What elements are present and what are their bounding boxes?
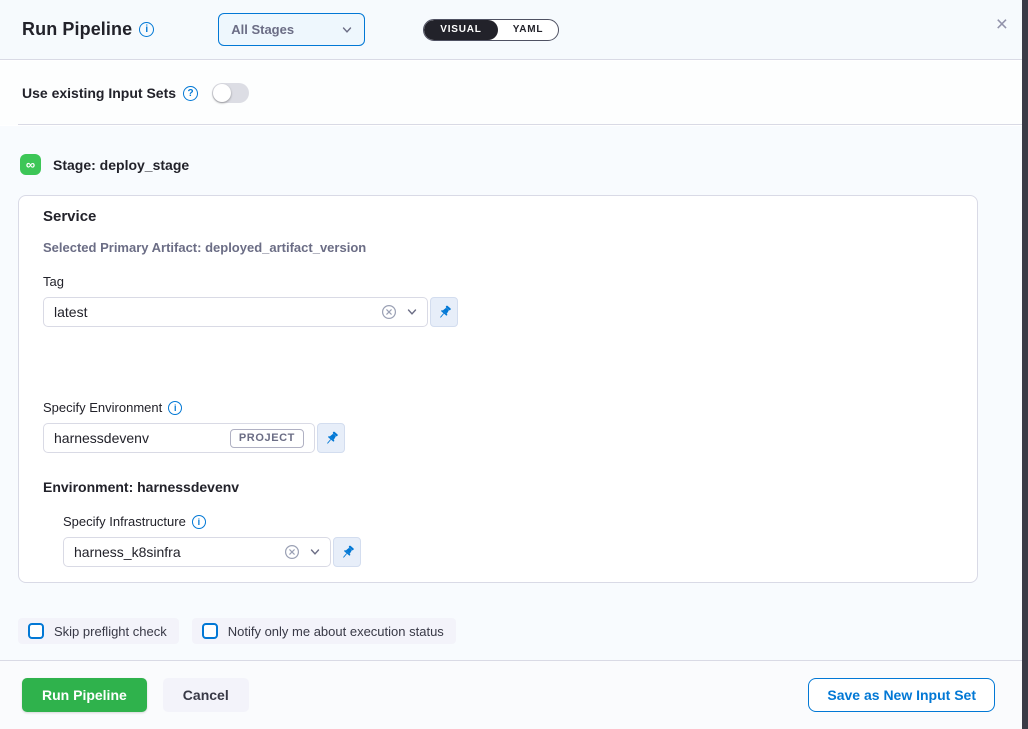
skip-preflight-checkbox[interactable] <box>28 623 44 639</box>
cancel-button[interactable]: Cancel <box>163 678 249 712</box>
deploy-stage-icon: ∞ <box>20 154 41 175</box>
info-icon[interactable]: i <box>168 401 182 415</box>
pipeline-info-icon[interactable]: i <box>139 22 154 37</box>
tag-field-wrapper <box>43 297 428 327</box>
infrastructure-label-row: Specify Infrastructure i <box>63 514 953 529</box>
pin-icon <box>437 305 452 320</box>
toggle-knob <box>213 84 231 102</box>
pin-icon <box>340 545 355 560</box>
infrastructure-input[interactable] <box>74 544 284 560</box>
pin-input-button[interactable] <box>333 537 361 567</box>
tag-label: Tag <box>43 274 953 289</box>
pin-input-button[interactable] <box>317 423 345 453</box>
service-title: Service <box>43 208 953 225</box>
scope-badge: PROJECT <box>230 429 304 448</box>
modal-header: Run Pipeline i All Stages VISUAL YAML × <box>0 0 1022 60</box>
page-backdrop <box>1022 0 1028 729</box>
environment-input-row: PROJECT <box>43 423 953 453</box>
environment-heading: Environment: harnessdevenv <box>43 479 953 495</box>
environment-input[interactable] <box>54 430 230 446</box>
page-title: Run Pipeline <box>22 19 132 40</box>
tag-input[interactable] <box>54 304 381 320</box>
stage-row: ∞ Stage: deploy_stage <box>20 154 189 175</box>
chevron-down-icon[interactable] <box>407 307 417 317</box>
notify-only-me-option[interactable]: Notify only me about execution status <box>192 618 456 644</box>
infrastructure-field-wrapper <box>63 537 331 567</box>
options-row: Skip preflight check Notify only me abou… <box>18 618 456 644</box>
clear-icon[interactable] <box>284 544 300 560</box>
tab-visual[interactable]: VISUAL <box>424 20 497 40</box>
visual-yaml-toggle: VISUAL YAML <box>423 19 559 41</box>
notify-only-me-label: Notify only me about execution status <box>228 624 444 639</box>
save-as-new-input-set-button[interactable]: Save as New Input Set <box>808 678 995 712</box>
stage-label: Stage: deploy_stage <box>53 157 189 173</box>
run-pipeline-button[interactable]: Run Pipeline <box>22 678 147 712</box>
close-icon[interactable]: × <box>996 14 1008 35</box>
stage-selector-dropdown[interactable]: All Stages <box>218 13 365 46</box>
infrastructure-label: Specify Infrastructure <box>63 514 186 529</box>
notify-only-me-checkbox[interactable] <box>202 623 218 639</box>
environment-field-wrapper: PROJECT <box>43 423 315 453</box>
skip-preflight-option[interactable]: Skip preflight check <box>18 618 179 644</box>
input-sets-label: Use existing Input Sets <box>22 85 176 101</box>
help-icon[interactable]: ? <box>183 86 198 101</box>
run-pipeline-modal: Run Pipeline i All Stages VISUAL YAML × … <box>0 0 1022 729</box>
environment-label-row: Specify Environment i <box>43 400 953 415</box>
skip-preflight-label: Skip preflight check <box>54 624 167 639</box>
input-sets-section: Use existing Input Sets ? <box>0 61 1022 125</box>
modal-footer: Run Pipeline Cancel Save as New Input Se… <box>0 660 1022 729</box>
chevron-down-icon <box>342 25 352 35</box>
environment-label: Specify Environment <box>43 400 162 415</box>
service-card: Service Selected Primary Artifact: deplo… <box>18 195 978 583</box>
pin-icon <box>324 431 339 446</box>
pin-input-button[interactable] <box>430 297 458 327</box>
tab-yaml[interactable]: YAML <box>498 21 559 39</box>
selected-artifact-line: Selected Primary Artifact: deployed_arti… <box>43 240 953 255</box>
infrastructure-input-row <box>63 537 953 567</box>
stage-selector-value: All Stages <box>231 22 294 37</box>
chevron-down-icon[interactable] <box>310 547 320 557</box>
main-area: ∞ Stage: deploy_stage Service Selected P… <box>0 126 1022 660</box>
clear-icon[interactable] <box>381 304 397 320</box>
infrastructure-block: Specify Infrastructure i <box>63 514 953 567</box>
input-sets-toggle[interactable] <box>212 83 249 103</box>
tag-input-row <box>43 297 953 327</box>
info-icon[interactable]: i <box>192 515 206 529</box>
